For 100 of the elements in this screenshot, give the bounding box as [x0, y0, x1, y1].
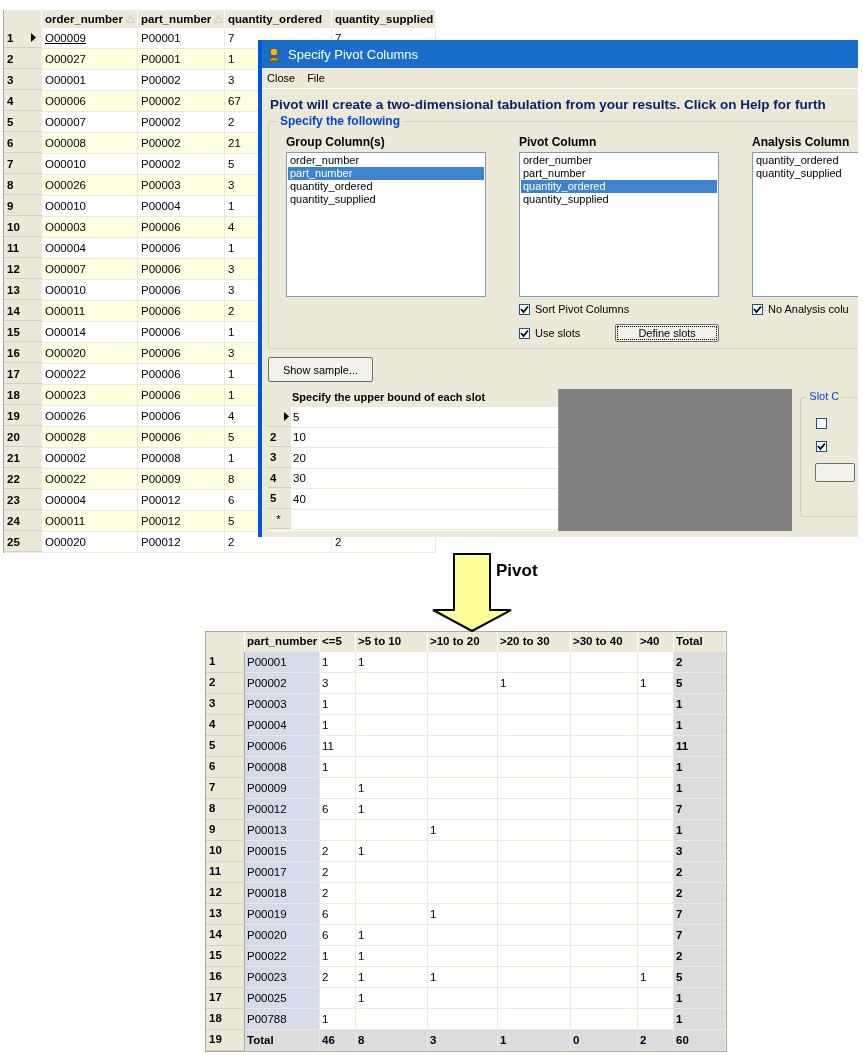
row-number: 21	[7, 451, 21, 464]
row-header[interactable]: 17	[206, 988, 245, 1009]
table-cell: O00010	[42, 154, 138, 174]
column-header[interactable]: >30 to 40	[571, 632, 638, 652]
define-slots-button[interactable]: Define slots	[615, 324, 719, 342]
table-cell: O00011	[42, 301, 138, 321]
row-header[interactable]: 21	[4, 448, 42, 468]
row-header[interactable]: 6	[4, 133, 42, 153]
row-header[interactable]: 12	[206, 883, 245, 904]
row-header[interactable]: 3	[206, 694, 245, 715]
column-header[interactable]: quantity_ordered	[225, 10, 332, 27]
column-header[interactable]: >40	[638, 632, 674, 652]
row-header[interactable]: 8	[206, 799, 245, 820]
row-header[interactable]: 5	[4, 112, 42, 132]
column-header[interactable]: >10 to 20	[428, 632, 498, 652]
row-header[interactable]: 15	[4, 322, 42, 342]
row-header[interactable]: 11	[206, 862, 245, 883]
list-box[interactable]: order_number part_number quantity_ordered quantity_supplied	[286, 152, 486, 297]
table-cell: O00026	[42, 406, 138, 426]
checkbox-label[interactable]: Use slots	[535, 327, 581, 339]
row-header[interactable]: 10	[4, 217, 42, 237]
row-header[interactable]: 3	[268, 448, 291, 468]
button[interactable]	[815, 463, 856, 482]
row-header[interactable]: 4	[4, 91, 42, 111]
table-cell: 2	[674, 883, 726, 904]
checkbox[interactable]	[519, 303, 530, 315]
row-header[interactable]: 16	[4, 343, 42, 363]
table-cell: 2	[674, 946, 726, 967]
table-cell	[428, 988, 498, 1009]
table-cell: O00028	[42, 427, 138, 447]
list-item[interactable]: quantity_ordered	[521, 180, 717, 193]
table-cell	[571, 841, 638, 862]
list-item[interactable]: quantity_supplied	[754, 167, 858, 180]
row-header[interactable]: 9	[4, 196, 42, 216]
row-header[interactable]: 5	[268, 489, 291, 509]
table-cell	[571, 715, 638, 736]
row-header[interactable]: 5	[206, 736, 245, 757]
row-header[interactable]: 16	[206, 967, 245, 988]
row-header[interactable]: 1	[4, 28, 42, 48]
row-header[interactable]: 2	[4, 49, 42, 69]
menu-item[interactable]: Close	[266, 72, 297, 84]
list-item[interactable]: part_number	[288, 167, 484, 180]
row-header[interactable]: 19	[206, 1030, 245, 1051]
column-header[interactable]: quantity_supplied	[332, 10, 436, 27]
row-header[interactable]: 11	[4, 238, 42, 258]
column-header[interactable]: >20 to 30	[498, 632, 571, 652]
row-header[interactable]: 8	[4, 175, 42, 195]
row-header[interactable]: 10	[206, 841, 245, 862]
row-header[interactable]: 25	[4, 532, 42, 552]
list-item[interactable]: quantity_supplied	[521, 193, 717, 206]
row-header[interactable]: 18	[4, 385, 42, 405]
row-header[interactable]: 14	[206, 925, 245, 946]
checkbox[interactable]	[752, 303, 763, 315]
table-cell: 5	[674, 967, 726, 988]
list-item[interactable]: order_number	[521, 154, 717, 167]
row-header[interactable]: 14	[4, 301, 42, 321]
list-item[interactable]: part_number	[521, 167, 717, 180]
row-header[interactable]: 3	[4, 70, 42, 90]
list-item[interactable]: quantity_ordered	[754, 154, 858, 167]
row-header[interactable]: 19	[4, 406, 42, 426]
row-number: 5	[7, 115, 15, 128]
row-header[interactable]: 20	[4, 427, 42, 447]
table-cell	[428, 757, 498, 778]
row-header[interactable]: 18	[206, 1009, 245, 1030]
list-box[interactable]: quantity_ordered quantity_supplied	[752, 152, 858, 297]
row-header[interactable]: 2	[206, 673, 245, 694]
table-cell: P00006	[138, 217, 225, 237]
column-header[interactable]: part_number	[138, 10, 225, 27]
row-header[interactable]: 6	[206, 757, 245, 778]
list-box[interactable]: order_number part_number quantity_ordered quantity_supplied	[519, 152, 719, 297]
column-header[interactable]: order_number	[42, 10, 138, 27]
row-header[interactable]: 13	[4, 280, 42, 300]
row-header[interactable]: 12	[4, 259, 42, 279]
row-header[interactable]: 23	[4, 490, 42, 510]
row-header[interactable]: 9	[206, 820, 245, 841]
row-header[interactable]: 22	[4, 469, 42, 489]
row-header[interactable]: 24	[4, 511, 42, 531]
row-header[interactable]: 7	[4, 154, 42, 174]
checkbox[interactable]	[519, 327, 530, 339]
row-number: 19	[7, 409, 21, 422]
column-header[interactable]: <=5	[320, 632, 356, 652]
show-sample-button[interactable]: Show sample...	[268, 357, 373, 382]
table-cell	[571, 694, 638, 715]
table-cell	[320, 988, 356, 1009]
menu-item[interactable]: File	[306, 72, 326, 84]
checkbox[interactable]	[816, 418, 828, 429]
checkbox-label[interactable]: No Analysis colu	[768, 303, 849, 315]
checkbox-label[interactable]: Sort Pivot Columns	[535, 303, 630, 315]
table-cell: P00006	[138, 322, 225, 342]
row-header[interactable]: 13	[206, 904, 245, 925]
row-header[interactable]: 7	[206, 778, 245, 799]
row-header[interactable]: 17	[4, 364, 42, 384]
table-cell: O00001	[42, 70, 138, 90]
row-header[interactable]: 15	[206, 946, 245, 967]
table-cell: P00019	[245, 904, 320, 925]
column-header[interactable]: >5 to 10	[356, 632, 428, 652]
table-cell: 60	[674, 1030, 726, 1051]
checkbox[interactable]	[816, 441, 828, 452]
row-header[interactable]: 4	[206, 715, 245, 736]
row-header[interactable]: 1	[206, 652, 245, 673]
